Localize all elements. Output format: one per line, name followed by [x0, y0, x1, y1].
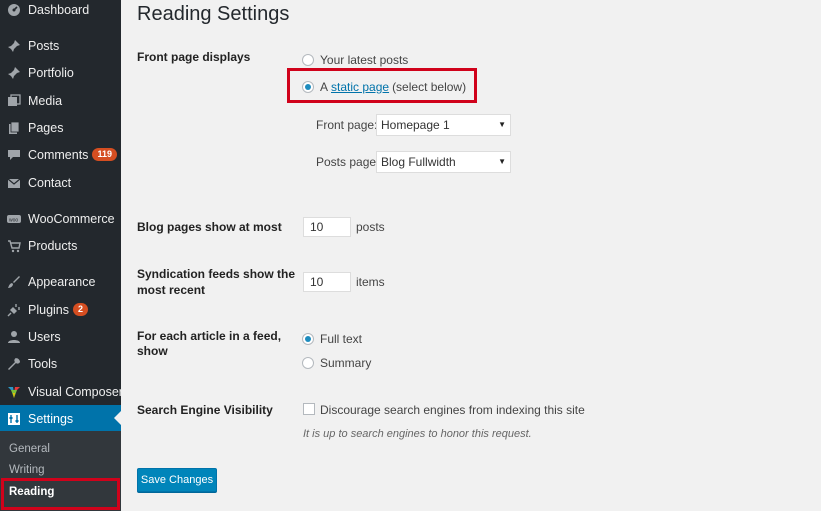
radio-label: Summary — [320, 356, 372, 370]
radio-label-suffix: (select below) — [392, 80, 467, 94]
menu-label: Settings — [28, 411, 74, 426]
syndication-label-line2: most recent — [137, 283, 206, 297]
radio-summary[interactable]: Summary — [302, 356, 371, 370]
main-content: Reading Settings Front page displays You… — [121, 0, 821, 511]
front-page-select[interactable]: Homepage 1 ▼ — [376, 114, 511, 136]
menu-item-tools[interactable]: Tools — [0, 350, 121, 377]
comments-count-badge: 119 — [92, 148, 117, 161]
menu-item-posts[interactable]: Posts — [0, 32, 121, 59]
menu-label: Visual Composer — [28, 384, 123, 399]
pin-icon — [7, 39, 21, 53]
feed-article-label-line2: show — [137, 344, 168, 358]
posts-unit-label: posts — [356, 220, 385, 234]
menu-label: Dashboard — [28, 2, 90, 17]
search-visibility-description: It is up to search engines to honor this… — [303, 428, 532, 440]
media-icon — [7, 93, 21, 108]
posts-page-select-label: Posts page: — [316, 155, 380, 169]
mail-icon — [7, 176, 21, 190]
brush-icon — [7, 275, 21, 289]
discourage-search-checkbox[interactable] — [303, 403, 315, 415]
menu-label: Users — [28, 329, 61, 344]
blog-pages-label: Blog pages show at most — [137, 220, 282, 234]
active-indicator — [114, 411, 121, 425]
user-icon — [7, 330, 21, 344]
front-page-select-label: Front page: — [316, 118, 378, 132]
radio-dot — [305, 84, 311, 90]
submenu-item-general[interactable]: General — [9, 443, 50, 455]
menu-label: Products — [28, 238, 78, 253]
radio-full-text[interactable]: Full text — [302, 332, 362, 346]
caret-down-icon: ▼ — [498, 120, 506, 129]
plug-icon — [7, 303, 21, 317]
menu-label: Comments — [28, 147, 89, 162]
posts-page-select[interactable]: Blog Fullwidth ▼ — [376, 151, 511, 173]
pages-icon — [7, 121, 21, 135]
radio-label: Full text — [320, 332, 363, 346]
radio-button-selected[interactable] — [302, 333, 314, 345]
radio-label: Your latest posts — [320, 53, 409, 67]
page-title: Reading Settings — [137, 3, 290, 25]
reading-highlight-box — [1, 478, 120, 510]
radio-static-page[interactable]: A static page (select below) — [302, 80, 466, 94]
feed-items-input[interactable]: 10 — [303, 272, 351, 292]
menu-item-users[interactable]: Users — [0, 323, 121, 350]
menu-label: Tools — [28, 356, 58, 371]
pin-icon — [7, 66, 21, 80]
radio-label-prefix: A — [320, 80, 329, 94]
static-page-link[interactable]: static page — [331, 80, 389, 94]
radio-button[interactable] — [302, 357, 314, 369]
menu-label: Plugins — [28, 302, 69, 317]
settings-icon — [7, 412, 21, 426]
radio-dot — [305, 336, 311, 342]
caret-down-icon: ▼ — [498, 157, 506, 166]
menu-item-settings[interactable]: Settings — [0, 405, 121, 432]
menu-label: Posts — [28, 38, 60, 53]
plugins-update-badge: 2 — [73, 303, 89, 316]
radio-button[interactable] — [302, 54, 314, 66]
menu-item-comments[interactable]: Comments 119 — [0, 141, 121, 168]
select-value: Homepage 1 — [381, 118, 450, 132]
menu-label: Pages — [28, 120, 64, 135]
menu-item-products[interactable]: Products — [0, 232, 121, 259]
discourage-search-label[interactable]: Discourage search engines from indexing … — [320, 403, 585, 417]
menu-item-portfolio[interactable]: Portfolio — [0, 59, 121, 86]
menu-label: WooCommerce — [28, 211, 115, 226]
dashboard-icon — [7, 3, 21, 17]
menu-label: Contact — [28, 175, 72, 190]
search-visibility-label: Search Engine Visibility — [137, 403, 273, 417]
svg-text:woo: woo — [9, 217, 18, 223]
menu-item-dashboard[interactable]: Dashboard — [0, 0, 121, 23]
radio-button-selected[interactable] — [302, 81, 314, 93]
menu-item-visual-composer[interactable]: Visual Composer — [0, 378, 123, 405]
menu-item-woocommerce[interactable]: woo WooCommerce — [0, 205, 121, 232]
woo-icon: woo — [7, 212, 21, 226]
vc-icon — [7, 385, 21, 399]
menu-item-plugins[interactable]: Plugins 2 — [0, 296, 121, 323]
menu-item-pages[interactable]: Pages — [0, 114, 121, 141]
menu-item-media[interactable]: Media — [0, 87, 121, 114]
front-page-label: Front page displays — [137, 50, 251, 64]
menu-label: Portfolio — [28, 65, 74, 80]
save-changes-button[interactable]: Save Changes — [137, 468, 217, 492]
menu-item-contact[interactable]: Contact — [0, 169, 121, 196]
submenu-item-writing[interactable]: Writing — [9, 464, 45, 476]
feed-article-label-line1: For each article in a feed, — [137, 329, 282, 343]
syndication-label-line1: Syndication feeds show the — [137, 267, 296, 281]
menu-item-appearance[interactable]: Appearance — [0, 268, 121, 295]
comment-icon — [7, 148, 21, 162]
items-unit-label: items — [356, 275, 385, 289]
admin-sidebar: Dashboard Posts Portfolio Media Pages Co… — [0, 0, 123, 511]
menu-label: Appearance — [28, 274, 96, 289]
menu-label: Media — [28, 93, 63, 108]
wrench-icon — [7, 357, 21, 371]
posts-per-page-input[interactable]: 10 — [303, 217, 351, 237]
select-value: Blog Fullwidth — [381, 155, 456, 169]
cart-icon — [7, 239, 21, 253]
radio-latest-posts[interactable]: Your latest posts — [302, 53, 408, 67]
